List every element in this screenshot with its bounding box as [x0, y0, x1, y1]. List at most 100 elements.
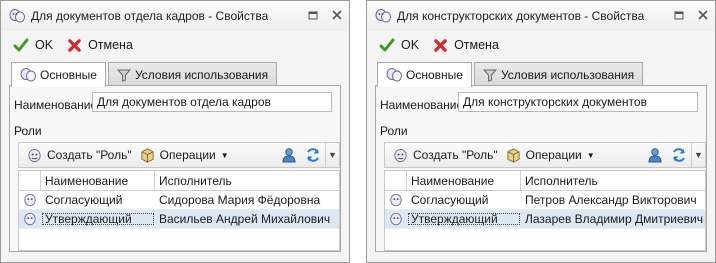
funnel-icon — [482, 69, 497, 82]
action-bar: OK Отмена — [367, 31, 715, 59]
table-row[interactable]: Согласующий Сидорова Мария Фёдоровна — [19, 191, 339, 210]
refresh-icon[interactable] — [305, 147, 321, 163]
column-header-name[interactable]: Наименование — [41, 171, 155, 190]
ok-label: OK — [401, 38, 420, 52]
column-header-executor[interactable]: Исполнитель — [521, 171, 705, 190]
tab-conditions[interactable]: Условия использования — [107, 62, 278, 86]
tab-main[interactable]: Основные — [377, 62, 472, 87]
name-label: Наименование — [14, 98, 98, 112]
cell-role-name[interactable]: Утверждающий — [41, 212, 155, 226]
table-row-selected[interactable]: Утверждающий Васильев Андрей Михайлович — [19, 210, 339, 229]
chevron-down-icon: ▼ — [220, 150, 229, 160]
tab-conditions-label: Условия использования — [134, 67, 269, 82]
funnel-icon — [116, 69, 131, 82]
mask-icon — [28, 148, 41, 162]
toolbar-overflow-button[interactable]: ▼ — [325, 143, 339, 167]
create-role-label: Создать "Роль" — [413, 148, 498, 162]
ok-label: OK — [35, 38, 54, 52]
close-button[interactable] — [331, 9, 343, 21]
red-x-icon — [68, 38, 81, 52]
mask-icon — [394, 148, 407, 162]
name-input[interactable] — [458, 92, 698, 112]
ok-button[interactable]: OK — [379, 37, 419, 53]
chevron-down-icon: ▼ — [586, 150, 595, 160]
user-icon[interactable] — [647, 147, 663, 163]
cell-role-name[interactable]: Утверждающий — [407, 212, 521, 226]
tab-main-label: Основные — [406, 68, 463, 82]
roles-toolbar: Создать "Роль" Операции ▼ ▼ — [18, 142, 340, 168]
close-icon — [698, 10, 708, 20]
main-tab-panel: Наименование Роли Создать "Роль" Операци… — [9, 85, 341, 252]
masks-icon — [375, 9, 391, 23]
properties-window: Для документов отдела кадров - Свойства … — [0, 0, 350, 263]
cell-executor[interactable]: Васильев Андрей Михайлович — [155, 212, 339, 226]
masks-icon — [386, 68, 402, 82]
operations-label: Операции — [159, 148, 216, 162]
window-title: Для документов отдела кадров - Свойства — [31, 9, 269, 23]
chevron-down-icon: ▼ — [694, 150, 703, 160]
operations-dropdown[interactable]: Операции ▼ — [506, 147, 595, 163]
action-bar: OK Отмена — [1, 31, 349, 59]
column-header-name[interactable]: Наименование — [407, 171, 521, 190]
close-icon — [332, 10, 342, 20]
checkmark-icon — [379, 38, 395, 52]
cancel-button[interactable]: Отмена — [67, 38, 133, 53]
table-row-selected[interactable]: Утверждающий Лазарев Владимир Дмитриевич — [385, 210, 705, 229]
create-role-button[interactable]: Создать "Роль" — [393, 148, 498, 163]
cell-role-name[interactable]: Согласующий — [41, 193, 155, 207]
header-icon-column — [385, 171, 407, 190]
cube-icon — [141, 147, 154, 163]
name-label: Наименование — [380, 98, 464, 112]
table-row[interactable]: Согласующий Петров Александр Викторович — [385, 191, 705, 210]
cell-executor[interactable]: Сидорова Мария Фёдоровна — [155, 193, 339, 207]
restore-icon — [308, 11, 318, 20]
mask-icon — [24, 212, 36, 226]
cube-icon — [507, 147, 520, 163]
tab-strip: Основные Условия использования — [377, 62, 645, 87]
tab-strip: Основные Условия использования — [11, 62, 279, 87]
ok-button[interactable]: OK — [13, 37, 53, 53]
user-icon[interactable] — [281, 147, 297, 163]
title-bar: Для документов отдела кадров - Свойства — [1, 1, 349, 31]
restore-button[interactable] — [673, 9, 685, 21]
cell-executor[interactable]: Лазарев Владимир Дмитриевич — [521, 212, 705, 226]
cancel-label: Отмена — [88, 38, 133, 52]
create-role-label: Создать "Роль" — [47, 148, 132, 162]
close-button[interactable] — [697, 9, 709, 21]
header-icon-column — [19, 171, 41, 190]
restore-button[interactable] — [307, 9, 319, 21]
properties-window: Для конструкторских документов - Свойств… — [366, 0, 716, 263]
title-bar: Для конструкторских документов - Свойств… — [367, 1, 715, 31]
mask-icon — [390, 193, 402, 207]
checkmark-icon — [13, 38, 29, 52]
name-input[interactable] — [92, 92, 332, 112]
cell-role-name[interactable]: Согласующий — [407, 193, 521, 207]
restore-icon — [674, 11, 684, 20]
roles-label: Роли — [14, 124, 42, 138]
roles-grid: Наименование Исполнитель Согласующий Пет… — [384, 170, 706, 251]
cancel-label: Отмена — [454, 38, 499, 52]
roles-grid: Наименование Исполнитель Согласующий Сид… — [18, 170, 340, 251]
column-header-executor[interactable]: Исполнитель — [155, 171, 339, 190]
masks-icon — [20, 68, 36, 82]
main-tab-panel: Наименование Роли Создать "Роль" Операци… — [375, 85, 707, 252]
mask-icon — [390, 212, 402, 226]
operations-label: Операции — [525, 148, 582, 162]
roles-toolbar: Создать "Роль" Операции ▼ ▼ — [384, 142, 706, 168]
red-x-icon — [434, 38, 447, 52]
grid-header: Наименование Исполнитель — [19, 171, 339, 191]
window-title: Для конструкторских документов - Свойств… — [397, 9, 645, 23]
create-role-button[interactable]: Создать "Роль" — [27, 148, 132, 163]
grid-header: Наименование Исполнитель — [385, 171, 705, 191]
chevron-down-icon: ▼ — [328, 150, 337, 160]
toolbar-overflow-button[interactable]: ▼ — [691, 143, 705, 167]
tab-conditions[interactable]: Условия использования — [473, 62, 644, 86]
roles-label: Роли — [380, 124, 408, 138]
tab-main[interactable]: Основные — [11, 62, 106, 87]
operations-dropdown[interactable]: Операции ▼ — [140, 147, 229, 163]
masks-icon — [9, 9, 25, 23]
cell-executor[interactable]: Петров Александр Викторович — [521, 193, 705, 207]
mask-icon — [24, 193, 36, 207]
refresh-icon[interactable] — [671, 147, 687, 163]
cancel-button[interactable]: Отмена — [433, 38, 499, 53]
